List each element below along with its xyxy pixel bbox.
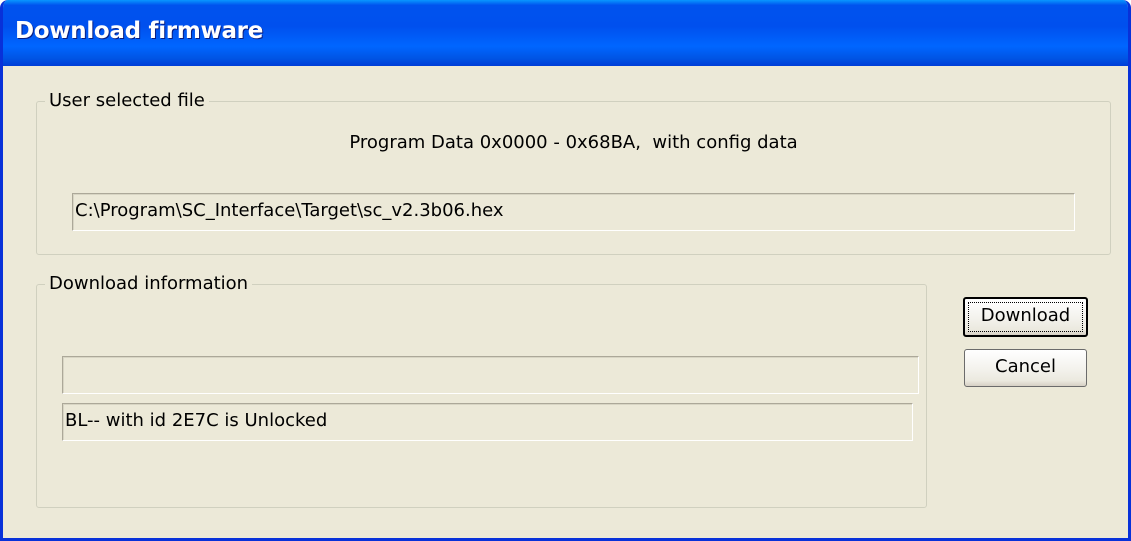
download-information-group-label: Download information: [45, 272, 253, 296]
download-firmware-dialog: Download firmware User selected file Pro…: [0, 0, 1131, 541]
user-selected-file-group: User selected file Program Data 0x0000 -…: [36, 89, 1111, 255]
cancel-button-label: Cancel: [995, 356, 1056, 377]
file-path-field: C:\Program\SC_Interface\Target\sc_v2.3b0…: [72, 193, 1075, 231]
download-button[interactable]: Download: [963, 297, 1088, 337]
cancel-button[interactable]: Cancel: [964, 349, 1087, 387]
download-progress-bar: [62, 356, 919, 394]
window-title: Download firmware: [15, 18, 264, 44]
download-information-group: Download information BL-- with id 2E7C i…: [36, 272, 927, 508]
program-data-info: Program Data 0x0000 - 0x68BA, with confi…: [349, 132, 798, 153]
download-status-text: BL-- with id 2E7C is Unlocked: [62, 403, 913, 441]
dialog-client-area: User selected file Program Data 0x0000 -…: [3, 66, 1128, 538]
title-bar[interactable]: Download firmware: [3, 0, 1128, 66]
focus-ring: [968, 302, 1083, 332]
user-selected-file-group-label: User selected file: [45, 89, 209, 113]
